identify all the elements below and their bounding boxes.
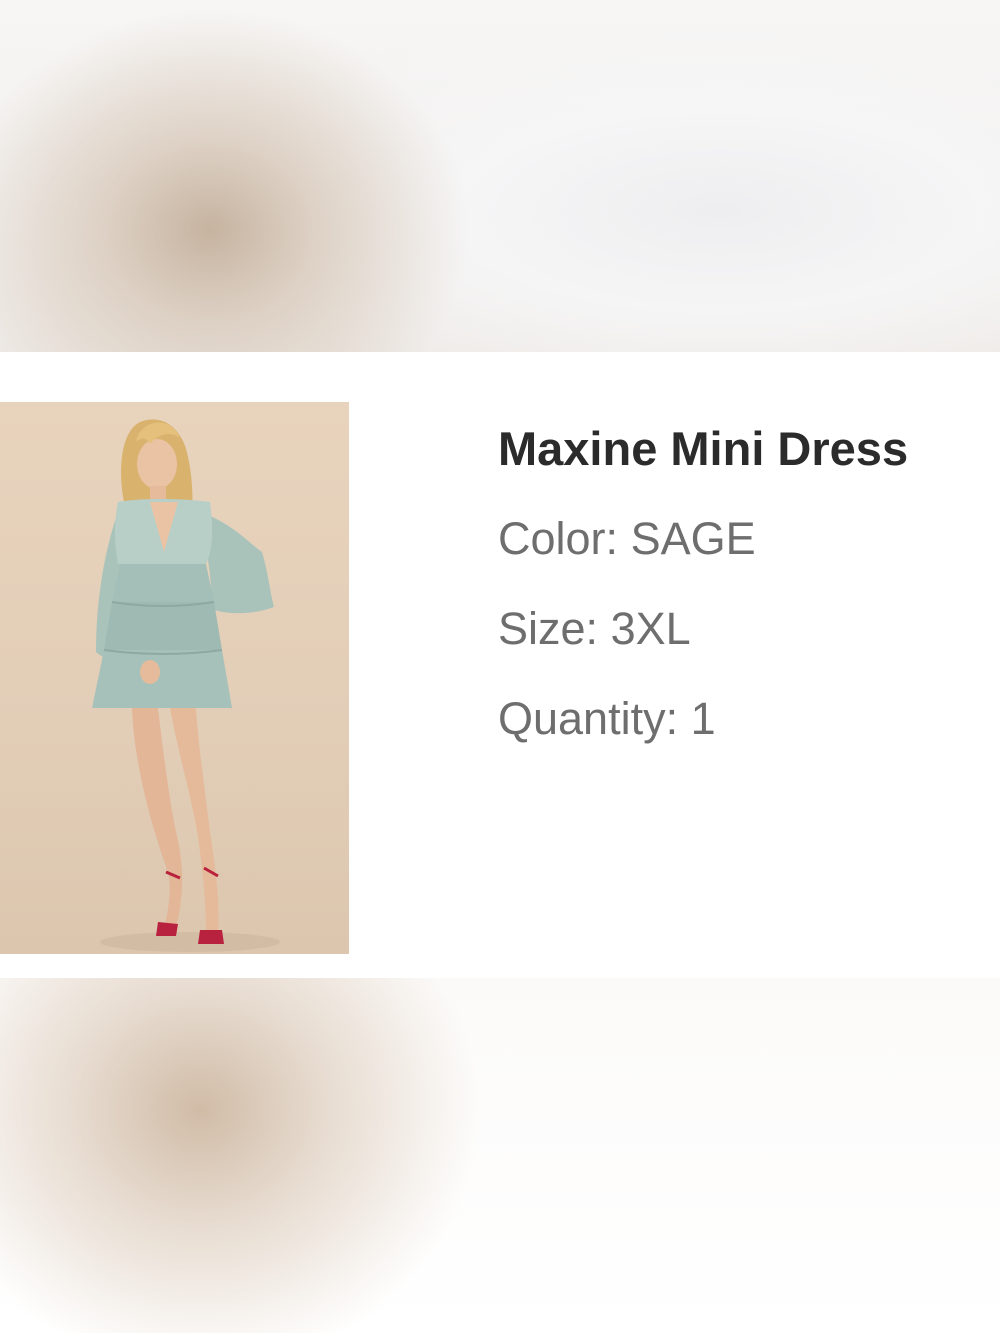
size-label: Size: bbox=[498, 603, 599, 654]
size-value: 3XL bbox=[610, 603, 691, 654]
size-row: Size: 3XL bbox=[498, 600, 908, 658]
quantity-value: 1 bbox=[690, 693, 716, 744]
blurred-background-bottom bbox=[0, 978, 1000, 1333]
product-details: Maxine Mini Dress Color: SAGE Size: 3XL … bbox=[498, 420, 908, 748]
color-label: Color: bbox=[498, 513, 619, 564]
quantity-label: Quantity: bbox=[498, 693, 679, 744]
product-title[interactable]: Maxine Mini Dress bbox=[498, 420, 908, 478]
blurred-background-top bbox=[0, 0, 1000, 352]
color-value: SAGE bbox=[630, 513, 756, 564]
color-row: Color: SAGE bbox=[498, 510, 908, 568]
order-item-card: Maxine Mini Dress Color: SAGE Size: 3XL … bbox=[0, 352, 1000, 978]
product-photo-illustration bbox=[92, 419, 280, 952]
quantity-row: Quantity: 1 bbox=[498, 690, 908, 748]
product-image[interactable] bbox=[0, 402, 349, 954]
